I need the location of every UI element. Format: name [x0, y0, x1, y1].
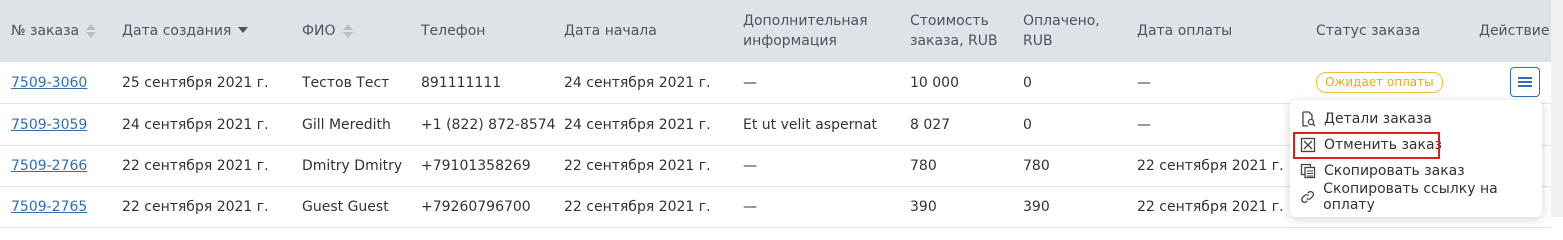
menu-item-details-label: Детали заказа — [1324, 111, 1432, 127]
col-cost-label-1: Стоимость — [910, 13, 989, 29]
created-date: 24 сентября 2021 г. — [122, 116, 269, 133]
pay-date: 22 сентября 2021 г. — [1137, 198, 1284, 215]
col-fio[interactable]: ФИО — [302, 0, 353, 62]
col-paid: Оплачено, RUB — [1023, 0, 1100, 62]
col-created-label: Дата создания — [122, 23, 232, 39]
phone: +1 (822) 872-8574 — [421, 116, 556, 133]
created-date: 22 сентября 2021 г. — [122, 157, 269, 174]
phone: +79260796700 — [421, 198, 531, 215]
order-link[interactable]: 7509-2766 — [11, 158, 87, 174]
copy-icon — [1300, 163, 1316, 179]
start-date: 22 сентября 2021 г. — [564, 157, 711, 174]
col-cost: Стоимость заказа, RUB — [910, 0, 998, 62]
menu-item-copy-link-label: Скопировать ссылку на оплату — [1323, 181, 1498, 213]
vertical-scrollbar[interactable] — [1551, 0, 1563, 217]
cost: 8 027 — [910, 116, 951, 133]
col-order-number-label: № заказа — [11, 23, 80, 39]
col-order-number[interactable]: № заказа — [11, 0, 97, 62]
sort-desc-icon[interactable] — [238, 24, 249, 38]
sort-icon[interactable] — [342, 24, 353, 38]
paid: 390 — [1023, 198, 1050, 215]
customer-name: Dmitry Dmitry — [302, 157, 403, 174]
menu-item-copy-payment-link[interactable]: Скопировать ссылку на оплату — [1300, 181, 1542, 213]
col-created[interactable]: Дата создания — [122, 0, 249, 62]
link-icon — [1301, 191, 1314, 203]
extra-info: Et ut velit aspernat — [743, 116, 878, 133]
cost: 390 — [910, 198, 937, 215]
order-link[interactable]: 7509-2765 — [11, 199, 87, 215]
customer-name: Тестов Тест — [302, 74, 390, 91]
col-pay-date-label: Дата оплаты — [1137, 23, 1233, 39]
col-status: Статус заказа — [1316, 0, 1420, 62]
highlight-box — [1293, 132, 1440, 159]
col-cost-label-2: заказа, RUB — [910, 33, 998, 49]
pay-date: — — [1137, 74, 1151, 91]
order-link[interactable]: 7509-3059 — [11, 117, 87, 133]
paid: 0 — [1023, 74, 1032, 91]
col-paid-label-1: Оплачено, — [1023, 13, 1100, 29]
order-link[interactable]: 7509-3060 — [11, 75, 87, 91]
col-paid-label-2: RUB — [1023, 33, 1053, 49]
customer-name: Guest Guest — [302, 198, 389, 215]
col-info-label-1: Дополнительная — [743, 13, 868, 29]
paid: 0 — [1023, 116, 1032, 133]
paid: 780 — [1023, 157, 1050, 174]
table-header: № заказа Дата создания ФИО Телефон Дата … — [0, 0, 1551, 62]
document-search-icon — [1302, 111, 1316, 127]
cost: 780 — [910, 157, 937, 174]
row-actions-button[interactable] — [1510, 67, 1540, 97]
col-action: Действие — [1479, 0, 1549, 62]
hamburger-icon — [1518, 77, 1532, 79]
start-date: 22 сентября 2021 г. — [564, 198, 711, 215]
menu-item-copy-order[interactable]: Скопировать заказ — [1300, 160, 1465, 182]
start-date: 24 сентября 2021 г. — [564, 116, 711, 133]
pay-date: 22 сентября 2021 г. — [1137, 157, 1284, 174]
col-fio-label: ФИО — [302, 23, 336, 39]
extra-info: — — [743, 198, 757, 215]
start-date: 24 сентября 2021 г. — [564, 74, 711, 91]
phone: +79101358269 — [421, 157, 531, 174]
created-date: 25 сентября 2021 г. — [122, 74, 269, 91]
extra-info: — — [743, 157, 757, 174]
col-action-label: Действие — [1479, 23, 1550, 39]
menu-item-copy-label: Скопировать заказ — [1324, 163, 1465, 179]
col-phone: Телефон — [421, 0, 485, 62]
col-info: Дополнительная информация — [743, 0, 868, 62]
col-status-label: Статус заказа — [1316, 23, 1421, 39]
col-start: Дата начала — [564, 0, 657, 62]
col-info-label-2: информация — [743, 33, 837, 49]
created-date: 22 сентября 2021 г. — [122, 198, 269, 215]
customer-name: Gill Meredith — [302, 116, 391, 133]
col-phone-label: Телефон — [421, 23, 486, 39]
table-row: 7509-3060 25 сентября 2021 г. Тестов Тес… — [0, 62, 1551, 104]
pay-date: — — [1137, 116, 1151, 133]
col-start-label: Дата начала — [564, 23, 657, 39]
col-pay-date: Дата оплаты — [1137, 0, 1232, 62]
menu-item-details[interactable]: Детали заказа — [1300, 108, 1432, 130]
phone: 891111111 — [421, 74, 502, 91]
status-badge: Ожидает оплаты — [1316, 72, 1443, 93]
extra-info: — — [743, 74, 757, 91]
cost: 10 000 — [910, 74, 959, 91]
sort-icon[interactable] — [86, 24, 97, 38]
